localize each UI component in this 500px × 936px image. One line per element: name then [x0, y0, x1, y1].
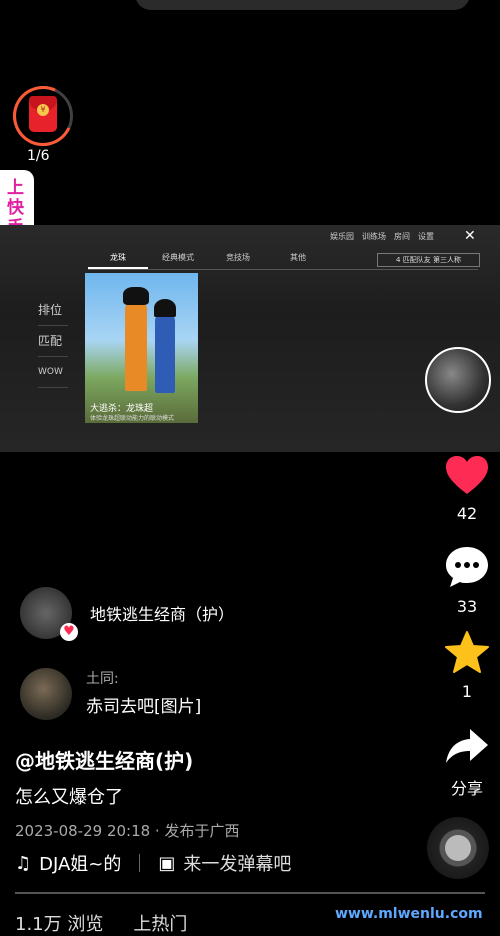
post-meta: 2023-08-29 20:18 · 发布于广西: [15, 822, 240, 840]
game-menu-item: 房间: [394, 232, 410, 241]
video-player[interactable]: 娱乐园 训练场 房间 设置 ✕ 龙珠 经典模式 竞技场 其他 4 匹配队友 第三…: [0, 225, 500, 452]
card-subtitle: 体验龙珠超联动能力的联动模式: [90, 415, 175, 422]
post-title[interactable]: @地铁逃生经商(护): [15, 745, 193, 774]
game-side-menu: 排位 匹配 WOW: [38, 295, 68, 388]
game-mode-card: 大逃杀：龙珠超 体验龙珠超联动能力的联动模式: [85, 273, 198, 423]
like-button[interactable]: 42: [437, 454, 497, 523]
author-avatar[interactable]: ♥: [20, 587, 78, 641]
share-label: 分享: [450, 779, 483, 798]
bottom-bar: 1.1万 浏览 上热门: [15, 910, 187, 936]
heart-icon: ♥: [60, 623, 78, 641]
game-menu-item: 训练场: [362, 232, 386, 241]
favorite-button[interactable]: 1: [437, 630, 497, 701]
commenter-name: 土同:: [86, 671, 119, 687]
music-disc[interactable]: [427, 817, 489, 879]
game-side-item: 排位: [38, 295, 68, 326]
music-row[interactable]: ♫ DJA姐~的 ▣ 来一发弹幕吧: [15, 850, 291, 876]
game-tab: 其他: [290, 253, 306, 262]
comment-button[interactable]: 33: [437, 545, 497, 616]
author-name[interactable]: 地铁逃生经商（护）: [90, 601, 234, 625]
game-menu-item: 娱乐园: [330, 232, 354, 241]
watermark: www.mlwenlu.com: [335, 906, 483, 922]
star-icon: [445, 631, 489, 673]
red-packet-widget[interactable]: ¥ 1/6: [4, 77, 82, 164]
close-icon: ✕: [464, 228, 476, 244]
music-note-icon: ♫: [15, 852, 32, 874]
red-packet-icon: ¥: [29, 96, 57, 132]
game-top-menu: 娱乐园 训练场 房间 设置: [330, 231, 434, 242]
divider: [139, 854, 141, 872]
views-count: 1.1万 浏览: [15, 914, 104, 935]
game-tab: 经典模式: [162, 253, 194, 262]
music-title[interactable]: DJA姐~的: [39, 850, 121, 876]
game-tab: 龙珠: [88, 249, 148, 269]
like-count: 42: [456, 504, 478, 523]
comment-count: 33: [456, 597, 478, 616]
comment-icon: [446, 547, 488, 587]
game-side-item: WOW: [38, 357, 68, 388]
danmaku-input[interactable]: 来一发弹幕吧: [183, 850, 291, 876]
hot-button[interactable]: 上热门: [133, 910, 187, 936]
game-tab: 竞技场: [226, 253, 250, 262]
character-figure: [123, 287, 149, 391]
post-description: 怎么又爆仓了: [15, 787, 123, 808]
top-search-pill[interactable]: [135, 0, 470, 10]
heart-icon: [446, 456, 488, 494]
game-team-select: 4 匹配队友 第三人称: [377, 253, 480, 267]
author-row[interactable]: ♥ 地铁逃生经商（护）: [20, 587, 234, 641]
game-menu-item: 设置: [418, 232, 434, 241]
character-figure: [154, 299, 176, 393]
share-button[interactable]: 分享: [437, 725, 497, 799]
red-packet-count: 1/6: [27, 148, 50, 164]
video-progress-bar[interactable]: [15, 892, 485, 894]
game-side-item: 匹配: [38, 326, 68, 357]
favorite-count: 1: [461, 682, 473, 701]
creator-avatar[interactable]: [425, 347, 491, 413]
danmaku-icon: ▣: [158, 852, 176, 874]
commenter-avatar[interactable]: [20, 668, 72, 720]
top-comment[interactable]: 土同: 赤司去吧[图片]: [20, 668, 201, 720]
share-arrow-icon: [446, 729, 488, 763]
comment-text: 赤司去吧[图片]: [86, 697, 202, 717]
